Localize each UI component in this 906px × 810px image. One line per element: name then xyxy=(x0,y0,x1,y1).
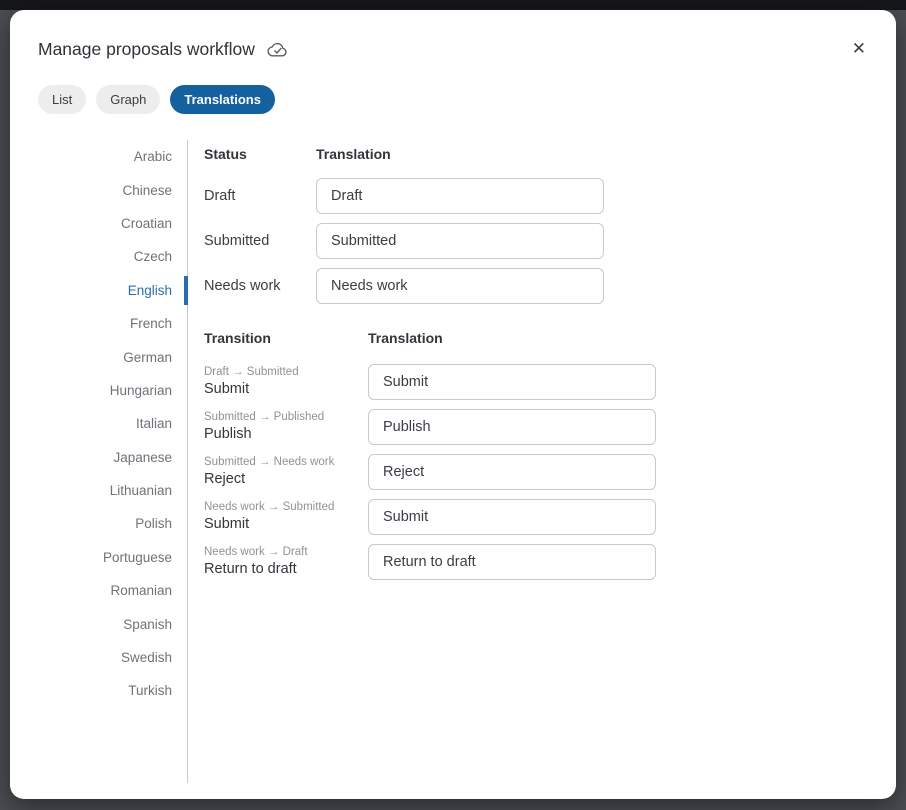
language-item[interactable]: Romanian xyxy=(10,574,187,607)
status-section-headers: Status Translation xyxy=(204,144,656,164)
status-row: Draft xyxy=(204,178,656,214)
transition-label: Submitted → Needs work Reject xyxy=(204,456,368,488)
transition-row: Needs work → Draft Return to draft xyxy=(204,544,656,580)
transition-row: Submitted → Needs work Reject xyxy=(204,454,656,490)
language-list: Arabic Chinese Croatian Czech English Fr… xyxy=(10,140,188,783)
transition-name: Submit xyxy=(204,516,368,533)
cloud-check-icon xyxy=(267,41,288,58)
transition-translation-input[interactable] xyxy=(368,454,656,490)
transition-path: Needs work → Draft xyxy=(204,546,368,559)
dialog-body: Arabic Chinese Croatian Czech English Fr… xyxy=(10,140,896,783)
language-item[interactable]: Portuguese xyxy=(10,541,187,574)
status-column-header: Status xyxy=(204,144,316,164)
language-item[interactable]: Italian xyxy=(10,407,187,440)
language-item[interactable]: Croatian xyxy=(10,207,187,240)
language-item[interactable]: Spanish xyxy=(10,607,187,640)
transition-name: Return to draft xyxy=(204,561,368,578)
view-tab[interactable]: Translations xyxy=(170,85,275,114)
status-section: Status Translation Draft Submitted Ne xyxy=(204,144,656,304)
transition-label: Draft → Submitted Submit xyxy=(204,366,368,398)
language-item[interactable]: Chinese xyxy=(10,173,187,206)
transition-row: Draft → Submitted Submit xyxy=(204,364,656,400)
dialog-header: Manage proposals workflow ✕ xyxy=(10,10,896,61)
status-label: Submitted xyxy=(204,233,316,249)
status-row: Submitted xyxy=(204,223,656,259)
transition-name: Publish xyxy=(204,426,368,443)
status-label: Draft xyxy=(204,188,316,204)
manage-workflow-dialog: Manage proposals workflow ✕ List Graph T… xyxy=(10,10,896,799)
transition-section: Transition Translation Draft → Submitted… xyxy=(204,328,656,580)
search-icon xyxy=(524,0,540,5)
language-item[interactable]: Czech xyxy=(10,240,187,273)
dialog-title: Manage proposals workflow xyxy=(38,38,255,60)
view-tabs: List Graph Translations xyxy=(38,85,896,114)
language-item[interactable]: Hungarian xyxy=(10,374,187,407)
language-item[interactable]: Arabic xyxy=(10,140,187,173)
translations-panel: Status Translation Draft Submitted Ne xyxy=(188,140,656,783)
language-item[interactable]: French xyxy=(10,307,187,340)
transition-translation-input[interactable] xyxy=(368,409,656,445)
language-item[interactable]: Swedish xyxy=(10,641,187,674)
language-item[interactable]: Japanese xyxy=(10,441,187,474)
status-translation-column-header: Translation xyxy=(316,144,391,164)
language-item[interactable]: Polish xyxy=(10,507,187,540)
transition-column-header: Transition xyxy=(204,328,368,348)
transition-label: Needs work → Submitted Submit xyxy=(204,501,368,533)
language-item[interactable]: German xyxy=(10,340,187,373)
transition-translation-input[interactable] xyxy=(368,364,656,400)
transition-translation-column-header: Translation xyxy=(368,328,443,348)
transition-label: Submitted → Published Publish xyxy=(204,411,368,443)
transition-row: Submitted → Published Publish xyxy=(204,409,656,445)
status-row: Needs work xyxy=(204,268,656,304)
background-topbar: Search xyxy=(0,0,906,10)
status-translation-input[interactable] xyxy=(316,268,604,304)
language-item[interactable]: Turkish xyxy=(10,674,187,707)
status-translation-input[interactable] xyxy=(316,178,604,214)
transition-translation-input[interactable] xyxy=(368,544,656,580)
transition-path: Draft → Submitted xyxy=(204,366,368,379)
transition-name: Reject xyxy=(204,471,368,488)
background-search-label: Search xyxy=(548,0,596,4)
view-tab[interactable]: Graph xyxy=(96,85,160,114)
transition-path: Submitted → Needs work xyxy=(204,456,368,469)
language-item[interactable]: Lithuanian xyxy=(10,474,187,507)
status-translation-input[interactable] xyxy=(316,223,604,259)
transition-label: Needs work → Draft Return to draft xyxy=(204,546,368,578)
transition-row: Needs work → Submitted Submit xyxy=(204,499,656,535)
view-tab[interactable]: List xyxy=(38,85,86,114)
transition-translation-input[interactable] xyxy=(368,499,656,535)
transition-name: Submit xyxy=(204,381,368,398)
close-icon[interactable]: ✕ xyxy=(848,37,870,61)
background-search-bar: Search xyxy=(524,0,596,5)
transition-path: Needs work → Submitted xyxy=(204,501,368,514)
transition-section-headers: Transition Translation xyxy=(204,328,656,348)
transition-path: Submitted → Published xyxy=(204,411,368,424)
status-label: Needs work xyxy=(204,278,316,294)
language-item[interactable]: English xyxy=(10,274,187,307)
